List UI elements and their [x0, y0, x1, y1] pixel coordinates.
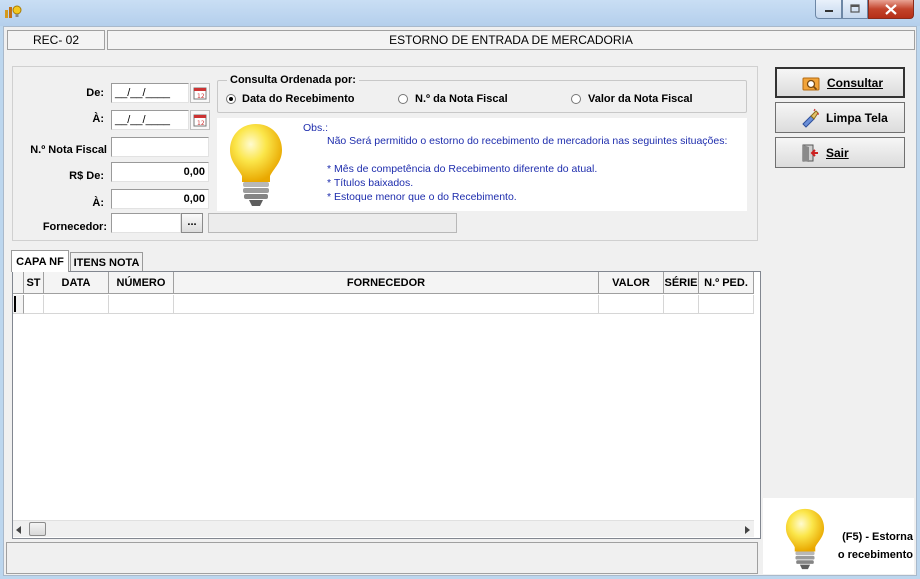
column-header-numero[interactable]: NÚMERO [109, 272, 174, 294]
svg-text:12: 12 [197, 93, 205, 100]
row-indicator[interactable] [13, 295, 24, 314]
column-header-data[interactable]: DATA [44, 272, 109, 294]
date-to-calendar-button[interactable]: 12 [190, 110, 210, 130]
close-button[interactable] [868, 0, 914, 19]
value-to-label: À: [92, 197, 104, 209]
eraser-broom-icon [802, 108, 819, 128]
supplier-code-field[interactable] [111, 213, 181, 233]
invoice-grid[interactable]: ST DATA NÚMERO FORNECEDOR VALOR SÉRIE N.… [12, 271, 761, 539]
obs-line: * Títulos baixados. [327, 177, 414, 189]
date-to-label: À: [92, 113, 104, 125]
table-cell[interactable] [109, 295, 174, 314]
maximize-icon [850, 4, 860, 13]
value-from-label: R$ De: [69, 170, 104, 182]
horizontal-scrollbar[interactable] [13, 520, 754, 537]
clear-screen-button-label: Limpa Tela [826, 110, 888, 125]
table-cell[interactable] [174, 295, 599, 314]
supplier-label: Fornecedor: [42, 221, 107, 233]
app-icon [4, 4, 22, 20]
calendar-icon: 12 [193, 114, 207, 127]
supplier-name-field [208, 213, 457, 233]
supplier-lookup-button[interactable]: ... [181, 213, 203, 233]
row-indicator-header [13, 272, 24, 294]
order-by-value-label[interactable]: Valor da Nota Fiscal [588, 93, 693, 105]
obs-line: Não Será permitido o estorno do recebime… [327, 135, 728, 147]
invoice-number-field[interactable] [111, 137, 209, 157]
date-from-field[interactable]: __/__/____ [111, 83, 189, 103]
table-cell[interactable] [699, 295, 754, 314]
value-to-field[interactable]: 0,00 [111, 189, 209, 209]
scroll-right-arrow-icon[interactable] [744, 525, 750, 537]
clear-screen-button[interactable]: Limpa Tela [775, 102, 905, 133]
date-from-label: De: [86, 87, 104, 99]
table-cell[interactable] [664, 295, 699, 314]
date-from-calendar-button[interactable]: 12 [190, 83, 210, 103]
maximize-button[interactable] [842, 0, 868, 19]
tab-itens-nota[interactable]: ITENS NOTA [70, 252, 143, 272]
close-icon [885, 3, 897, 15]
order-by-invoice-radio[interactable] [398, 94, 408, 104]
calendar-icon: 12 [193, 87, 207, 100]
f5-hint-line: o recebimento [837, 549, 913, 561]
lightbulb-icon [777, 506, 833, 572]
table-cell[interactable] [44, 295, 109, 314]
consultar-button[interactable]: Consultar [775, 67, 905, 98]
scroll-left-arrow-icon[interactable] [16, 525, 22, 537]
f5-hint-text: (F5) - Estorna o recebimento [827, 528, 913, 564]
status-bar [6, 542, 758, 574]
value-from-field[interactable]: 0,00 [111, 162, 209, 182]
tab-capa-nf[interactable]: CAPA NF [11, 250, 69, 272]
table-cell[interactable] [599, 295, 664, 314]
obs-line: * Mês de competência do Recebimento dife… [327, 163, 598, 175]
order-by-invoice-label[interactable]: N.º da Nota Fiscal [415, 93, 508, 105]
column-header-st[interactable]: ST [24, 272, 44, 294]
obs-line: * Estoque menor que o do Recebimento. [327, 191, 517, 203]
column-header-serie[interactable]: SÉRIE [664, 272, 699, 294]
f5-hint-panel: (F5) - Estorna o recebimento [763, 498, 914, 574]
svg-text:12: 12 [197, 120, 205, 127]
column-header-valor[interactable]: VALOR [599, 272, 664, 294]
search-folder-icon [802, 77, 820, 90]
minimize-icon [824, 10, 833, 12]
f5-hint-line: (F5) - Estorna [842, 531, 913, 543]
screen-title: ESTORNO DE ENTRADA DE MERCADORIA [107, 30, 915, 50]
table-cell[interactable] [24, 295, 44, 314]
lightbulb-icon [226, 120, 286, 210]
exit-door-icon [802, 144, 818, 162]
order-by-legend: Consulta Ordenada por: [227, 74, 359, 86]
invoice-number-label: N.º Nota Fiscal [30, 144, 107, 156]
order-by-date-radio[interactable] [226, 94, 236, 104]
column-header-pedido[interactable]: N.º PED. [699, 272, 754, 294]
exit-button-label: Sair [826, 145, 849, 160]
window-titlebar[interactable] [0, 0, 920, 26]
scroll-thumb[interactable] [29, 522, 46, 536]
minimize-button[interactable] [815, 0, 842, 19]
date-to-field[interactable]: __/__/____ [111, 110, 189, 130]
obs-title: Obs.: [303, 122, 329, 134]
exit-button[interactable]: Sair [775, 137, 905, 168]
order-by-date-label[interactable]: Data do Recebimento [242, 93, 354, 105]
consultar-button-label: Consultar [827, 75, 884, 90]
column-header-fornecedor[interactable]: FORNECEDOR [174, 272, 599, 294]
screen-code: REC- 02 [7, 30, 105, 50]
order-by-value-radio[interactable] [571, 94, 581, 104]
